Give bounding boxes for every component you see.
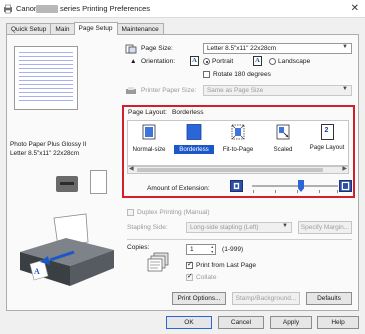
layout-options-scrollbar[interactable]: ◀ ▶	[127, 166, 349, 174]
landscape-icon: A	[253, 56, 262, 66]
scaled-icon	[276, 124, 290, 140]
layout-option-label: Normal-size	[132, 146, 166, 153]
page-layout-label: Page Layout:	[128, 109, 167, 116]
media-summary: Photo Paper Plus Glossy II Letter 8.5"x1…	[10, 140, 110, 158]
window-title-suffix: series Printing Preferences	[60, 4, 151, 13]
close-icon[interactable]: ✕	[351, 3, 359, 14]
orientation-bullet: ▲	[130, 58, 137, 65]
printer-paper-size-value: Same as Page Size	[207, 87, 264, 94]
page-layout-icon-number: 2	[324, 127, 329, 134]
page-layout-current: Borderless	[172, 109, 204, 116]
title-bar: Canon series Printing Preferences ✕	[0, 0, 365, 18]
printer-paper-size-icon	[126, 87, 136, 94]
layout-option-page-layout[interactable]: 2 Page Layout	[305, 124, 349, 152]
layout-option-label: Borderless	[174, 145, 214, 154]
page-size-value: Letter 8.5"x11" 22x28cm	[207, 45, 277, 52]
layout-option-label: Page Layout	[309, 144, 345, 151]
normal-size-icon	[142, 124, 156, 140]
printer-paper-size-dropdown[interactable]: Same as Page Size ▼	[203, 85, 352, 96]
stapling-label: Stapling Side:	[127, 224, 168, 231]
help-button[interactable]: Help	[317, 316, 359, 329]
layout-option-label: Fit-to-Page	[222, 146, 254, 153]
duplex-checkbox[interactable]	[127, 209, 134, 216]
chevron-down-icon: ▼	[282, 223, 288, 229]
collate-checkbox[interactable]	[186, 272, 193, 281]
layout-option-label: Scaled	[273, 146, 293, 153]
redacted-model-name	[36, 5, 58, 13]
landscape-label: Landscape	[278, 58, 311, 65]
copies-input[interactable]: 1 ▲ ▼	[186, 244, 216, 255]
media-size-text: Letter 8.5"x11" 22x28cm	[10, 150, 80, 157]
layout-option-normal-size[interactable]: Normal-size	[127, 124, 171, 154]
window-title-prefix: Canon	[16, 4, 39, 13]
layout-option-scaled[interactable]: Scaled	[261, 124, 305, 154]
print-options-button[interactable]: Print Options...	[172, 292, 226, 305]
specify-margin-button[interactable]: Specify Margin...	[298, 221, 352, 234]
portrait-radio[interactable]	[203, 58, 210, 65]
scrollbar-thumb[interactable]	[137, 168, 323, 172]
paper-source-icon	[90, 170, 107, 194]
spinner-arrows-icon[interactable]: ▲ ▼	[211, 245, 214, 254]
printer-slot-icon	[60, 182, 74, 185]
cancel-button[interactable]: Cancel	[218, 316, 264, 329]
collate-label: Collate	[196, 274, 217, 281]
tab-page-setup[interactable]: Page Setup	[73, 22, 118, 35]
svg-text:A: A	[34, 267, 40, 276]
copies-range: (1-999)	[222, 246, 244, 253]
page-size-dropdown[interactable]: Letter 8.5"x11" 22x28cm ▼	[203, 43, 352, 54]
portrait-label: Portrait	[212, 58, 234, 65]
portrait-icon: A	[190, 56, 199, 66]
slider-tick	[319, 190, 320, 193]
duplex-label: Duplex Printing (Manual)	[137, 209, 210, 216]
extension-max-icon	[339, 180, 352, 192]
rotate-180-label: Rotate 180 degrees	[213, 71, 271, 78]
layout-option-fit-to-page[interactable]: Fit-to-Page	[216, 124, 260, 154]
defaults-button[interactable]: Defaults	[306, 292, 352, 305]
page-layout-icon: 2	[320, 124, 334, 140]
extension-min-icon	[230, 180, 243, 192]
slider-tick	[253, 190, 254, 193]
chevron-down-icon: ▼	[342, 44, 348, 50]
stapling-side-value: Long-side stapling (Left)	[190, 224, 259, 231]
copies-value: 1	[190, 246, 194, 253]
page-size-label: Page Size:	[141, 45, 173, 52]
borderless-icon	[186, 124, 202, 140]
media-type-text: Photo Paper Plus Glossy II	[10, 141, 87, 148]
extension-slider-track[interactable]	[252, 185, 338, 187]
landscape-radio[interactable]	[269, 58, 276, 65]
fit-to-page-icon	[231, 124, 245, 140]
chevron-down-icon: ▼	[342, 86, 348, 92]
printer-app-icon	[4, 4, 12, 14]
slider-tick	[275, 190, 276, 193]
preview-text-lines	[19, 52, 73, 104]
printer-illustration-icon: A	[20, 213, 114, 286]
ok-button[interactable]: OK	[166, 316, 212, 329]
scroll-right-icon[interactable]: ▶	[342, 165, 347, 172]
print-from-last-label: Print from Last Page	[196, 262, 257, 269]
stamp-background-button[interactable]: Stamp/Background...	[232, 292, 300, 305]
slider-tick	[297, 190, 298, 193]
page-size-icon	[125, 44, 137, 54]
extension-label: Amount of Extension:	[147, 185, 210, 192]
apply-button[interactable]: Apply	[270, 316, 312, 329]
copies-stack-icon	[147, 252, 169, 272]
stapling-side-dropdown[interactable]: Long-side stapling (Left) ▼	[186, 222, 292, 233]
scroll-left-icon[interactable]: ◀	[129, 165, 134, 172]
orientation-label: Orientation:	[141, 58, 176, 65]
rotate-180-checkbox[interactable]	[203, 71, 210, 78]
print-from-last-checkbox[interactable]	[186, 260, 193, 269]
layout-option-borderless[interactable]: Borderless	[172, 124, 216, 154]
separator	[127, 239, 352, 240]
slider-tick	[337, 190, 338, 193]
printer-paper-size-label: Printer Paper Size:	[141, 87, 197, 94]
copies-label: Copies:	[127, 244, 150, 251]
